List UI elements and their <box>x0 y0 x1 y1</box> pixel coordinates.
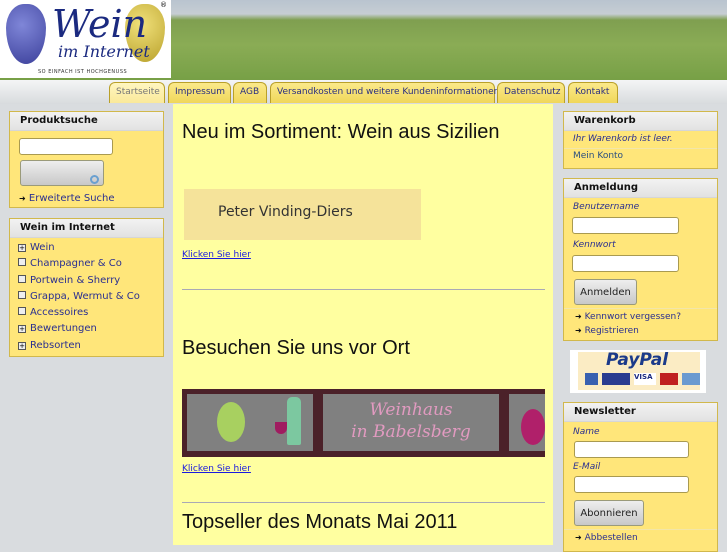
mastercard-icon <box>660 373 678 385</box>
visa-icon: VISA <box>634 373 656 385</box>
tab-startseite[interactable]: Startseite <box>109 82 165 103</box>
category-label: Portwein & Sherry <box>30 274 121 286</box>
newsletter-title: Newsletter <box>564 403 717 422</box>
arrow-icon: ➜ <box>19 194 26 203</box>
register-link[interactable]: ➜ Registrieren <box>575 326 639 336</box>
category-label: Bewertungen <box>30 323 97 335</box>
arrow-icon: ➜ <box>575 312 582 321</box>
blue-grape-icon <box>6 4 46 64</box>
leaf-icon <box>18 307 26 316</box>
divider <box>182 502 545 503</box>
giropay-icon <box>602 373 630 385</box>
header-banner: Wein im Internet SO EINFACH IST HOCHGENU… <box>0 0 727 80</box>
banner-line-1: Weinhaus <box>369 400 453 420</box>
category-label: Wein <box>30 242 55 253</box>
my-account-link[interactable]: Mein Konto <box>564 149 717 163</box>
newsletter-email-input[interactable] <box>574 476 689 493</box>
registered-mark: ® <box>160 1 167 9</box>
newsletter-box: Newsletter Name E-Mail Abonnieren ➜ Abbe… <box>563 402 718 552</box>
leaf-icon <box>18 258 26 267</box>
category-bewertungen[interactable]: + Bewertungen <box>10 322 163 338</box>
leaf-icon <box>18 290 26 299</box>
tab-versandkosten[interactable]: Versandkosten und weitere Kundeninformat… <box>270 82 499 103</box>
cart-box: Warenkorb Ihr Warenkorb ist leer. Mein K… <box>563 111 718 169</box>
logo-subtitle: im Internet <box>58 42 150 61</box>
tab-agb[interactable]: AGB <box>233 82 267 103</box>
forgot-password-link[interactable]: ➜ Kennwort vergessen? <box>575 312 681 322</box>
heading-topseller: Topseller des Monats Mai 2011 <box>182 511 458 533</box>
search-box-title: Produktsuche <box>10 112 163 131</box>
category-label: Grappa, Wermut & Co <box>30 290 140 302</box>
category-box: Wein im Internet + Wein Champagner & Co P… <box>9 218 164 357</box>
click-here-link-1[interactable]: Klicken Sie hier <box>182 250 251 260</box>
amex-icon <box>682 373 700 385</box>
forgot-label: Kennwort vergessen? <box>584 312 681 322</box>
login-title: Anmeldung <box>564 179 717 198</box>
logo-title: Wein <box>52 2 148 46</box>
category-accessoires[interactable]: Accessoires <box>10 306 163 322</box>
banner-text: Peter Vinding-Diers <box>218 204 353 220</box>
heading-new-products: Neu im Sortiment: Wein aus Sizilien <box>182 121 500 143</box>
advanced-search-link[interactable]: ➜ Erweiterte Suche <box>19 193 115 204</box>
register-label: Registrieren <box>584 326 639 336</box>
search-button[interactable] <box>20 160 104 186</box>
search-box: Produktsuche ➜ Erweiterte Suche <box>9 111 164 208</box>
advanced-search-label: Erweiterte Suche <box>28 193 115 204</box>
banner-line-2: in Babelsberg <box>351 422 471 442</box>
password-label: Kennwort <box>573 240 616 250</box>
main-nav: Startseite Impressum AGB Versandkosten u… <box>0 80 727 104</box>
paypal-brand: PayPal <box>606 350 669 370</box>
unsubscribe-link[interactable]: ➜ Abbestellen <box>575 533 638 543</box>
payment-cards-icon: VISA <box>585 373 700 385</box>
category-label: Accessoires <box>30 307 89 319</box>
arrow-icon: ➜ <box>575 326 582 335</box>
cart-title: Warenkorb <box>564 112 717 131</box>
grapes-bottle-icon <box>187 394 313 451</box>
tab-kontakt[interactable]: Kontakt <box>568 82 618 103</box>
category-grappa[interactable]: Grappa, Wermut & Co <box>10 290 163 306</box>
category-portwein[interactable]: Portwein & Sherry <box>10 274 163 290</box>
leaf-icon <box>18 274 26 283</box>
red-grape-icon <box>509 394 545 451</box>
ec-card-icon <box>585 373 598 385</box>
unsubscribe-label: Abbestellen <box>584 533 638 543</box>
category-wein[interactable]: + Wein <box>10 241 163 257</box>
banner-peter-vinding-diers[interactable]: Peter Vinding-Diers <box>184 189 421 240</box>
logo[interactable]: Wein im Internet SO EINFACH IST HOCHGENU… <box>0 0 171 78</box>
paypal-logo[interactable]: PayPal VISA <box>570 350 706 393</box>
expand-icon: + <box>18 244 26 252</box>
category-box-title: Wein im Internet <box>10 219 163 238</box>
arrow-icon: ➜ <box>575 533 582 542</box>
category-rebsorten[interactable]: + Rebsorten <box>10 339 163 355</box>
main-content: Neu im Sortiment: Wein aus Sizilien Pete… <box>173 104 553 545</box>
login-box: Anmeldung Benutzername Kennwort Anmelden… <box>563 178 718 341</box>
subscribe-button[interactable]: Abonnieren <box>574 500 644 526</box>
divider <box>182 289 545 290</box>
tab-datenschutz[interactable]: Datenschutz <box>497 82 565 103</box>
category-label: Champagner & Co <box>30 258 122 270</box>
newsletter-name-input[interactable] <box>574 441 689 458</box>
username-input[interactable] <box>572 217 679 234</box>
banner-weinhaus-babelsberg[interactable]: Weinhaus in Babelsberg <box>182 389 545 457</box>
heading-visit-us: Besuchen Sie uns vor Ort <box>182 337 410 359</box>
expand-icon: + <box>18 325 26 334</box>
tab-impressum[interactable]: Impressum <box>168 82 231 103</box>
logo-tagline: SO EINFACH IST HOCHGENUSS <box>38 69 128 75</box>
password-input[interactable] <box>572 255 679 272</box>
email-label: E-Mail <box>573 462 601 472</box>
username-label: Benutzername <box>573 202 640 212</box>
cart-empty-text: Ihr Warenkorb ist leer. <box>564 131 717 149</box>
expand-icon: + <box>18 341 26 350</box>
name-label: Name <box>573 427 600 437</box>
category-label: Rebsorten <box>30 339 81 351</box>
magnifier-icon <box>90 175 99 184</box>
login-button[interactable]: Anmelden <box>574 279 637 305</box>
category-champagner[interactable]: Champagner & Co <box>10 257 163 273</box>
weinhaus-logo: Weinhaus in Babelsberg <box>323 394 499 451</box>
click-here-link-2[interactable]: Klicken Sie hier <box>182 464 251 474</box>
search-input[interactable] <box>19 138 113 155</box>
